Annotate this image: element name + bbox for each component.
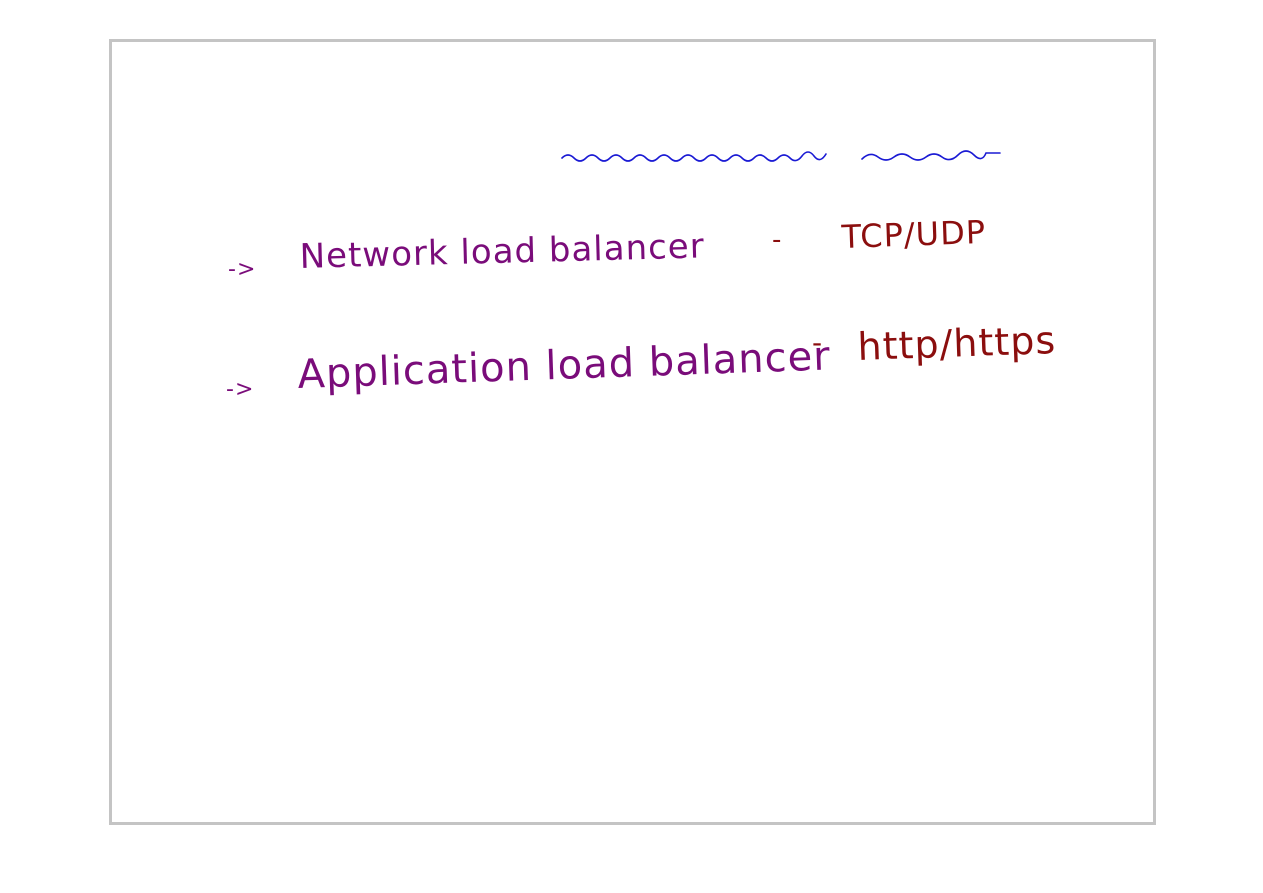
whiteboard-line-2: -> Application load balancer - http/http… [226,318,1057,402]
wavy-scribble-right [861,150,1001,161]
line-1-dash: - [772,225,782,255]
line-2-protocol: http/https [857,318,1057,369]
line-1-label: Network load balancer [299,226,705,277]
wavy-scribble-group [561,150,1001,162]
line-1-bullet-arrow: -> [228,257,256,282]
line-2-dash: - [812,326,823,359]
line-2-bullet-arrow: -> [226,377,254,402]
whiteboard-ink-layer: -> Network load balancer - TCP/UDP -> Ap… [226,150,1057,402]
line-2-label: Application load balancer [297,333,832,398]
whiteboard-line-1: -> Network load balancer - TCP/UDP [228,213,987,282]
line-1-protocol: TCP/UDP [840,213,987,256]
wavy-scribble-left [561,151,827,162]
